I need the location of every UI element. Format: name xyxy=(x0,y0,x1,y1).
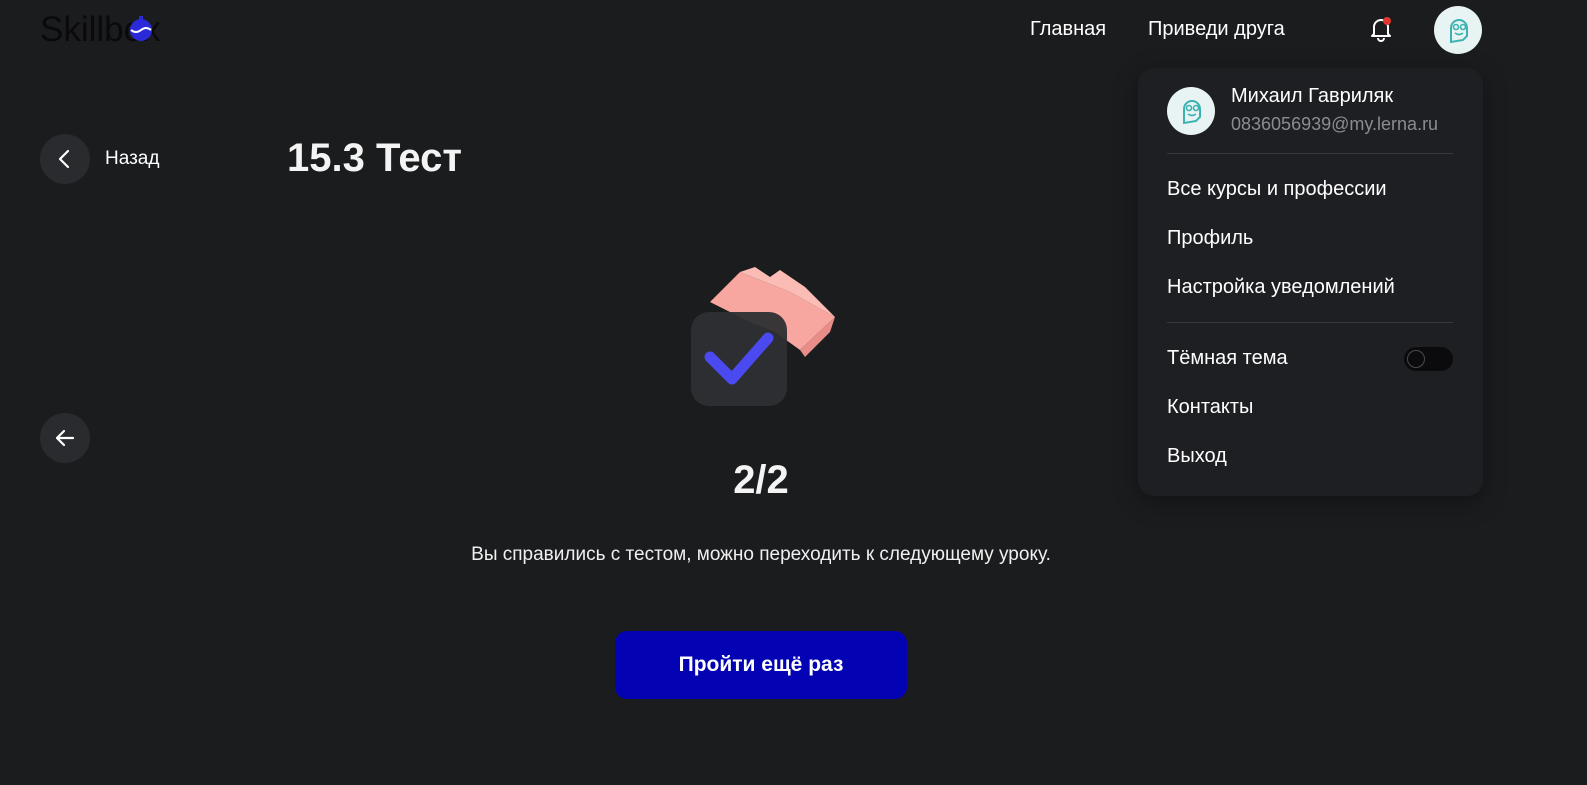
menu-item-all-courses[interactable]: Все курсы и профессии xyxy=(1167,178,1387,201)
menu-divider xyxy=(1167,322,1453,323)
menu-item-notification-settings[interactable]: Настройка уведомлений xyxy=(1167,276,1395,299)
previous-lesson-button[interactable] xyxy=(40,413,90,463)
test-score: 2/2 xyxy=(733,458,789,502)
toggle-knob xyxy=(1407,350,1425,368)
nav-invite-friend-link[interactable]: Приведи друга xyxy=(1148,18,1285,41)
user-name: Михаил Гавриляк xyxy=(1231,85,1394,107)
nav-home-link[interactable]: Главная xyxy=(1030,18,1106,41)
user-email: 0836056939@my.lerna.ru xyxy=(1231,114,1439,134)
dropdown-avatar xyxy=(1167,87,1215,135)
menu-item-logout[interactable]: Выход xyxy=(1167,445,1227,468)
arrow-left-icon xyxy=(55,429,75,447)
user-dropdown-menu: Михаил Гавриляк 0836056939@my.lerna.ru В… xyxy=(1138,68,1483,496)
retry-test-button[interactable]: Пройти ещё раз xyxy=(615,631,907,699)
skillbox-logo[interactable]: Skillbox xyxy=(40,10,161,50)
menu-item-profile[interactable]: Профиль xyxy=(1167,227,1253,250)
page-title: 15.3 Тест xyxy=(287,136,462,180)
menu-divider xyxy=(1167,153,1453,154)
result-message: Вы справились с тестом, можно переходить… xyxy=(471,544,1051,565)
ornament-icon xyxy=(130,16,152,41)
chevron-left-icon xyxy=(58,149,70,169)
avatar-icon xyxy=(1183,100,1201,125)
user-avatar-button[interactable] xyxy=(1434,6,1482,54)
back-label[interactable]: Назад xyxy=(105,148,159,170)
menu-item-dark-theme: Тёмная тема xyxy=(1167,347,1288,369)
dark-theme-toggle[interactable] xyxy=(1404,347,1453,371)
menu-item-contacts[interactable]: Контакты xyxy=(1167,396,1253,419)
test-complete-illustration xyxy=(691,267,835,406)
back-button[interactable] xyxy=(40,134,90,184)
avatar-icon xyxy=(1450,19,1468,44)
notification-bell-icon[interactable] xyxy=(1366,14,1396,44)
